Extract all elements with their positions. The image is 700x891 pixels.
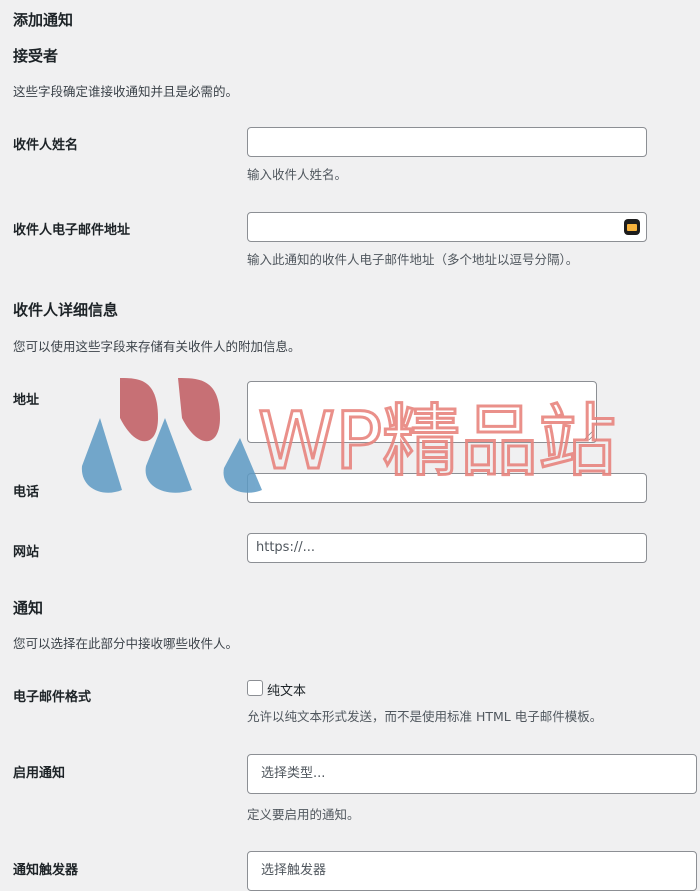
enable-notification-placeholder: 选择类型... — [261, 766, 326, 781]
notification-heading: 通知 — [13, 599, 44, 617]
recipient-description: 这些字段确定谁接收通知并且是必需的。 — [13, 84, 239, 99]
address-label: 地址 — [13, 393, 40, 408]
details-heading: 收件人详细信息 — [13, 301, 119, 319]
recipient-email-label: 收件人电子邮件地址 — [13, 223, 131, 238]
enable-notification-select[interactable]: 选择类型... — [247, 754, 697, 794]
notification-trigger-label: 通知触发器 — [13, 863, 79, 878]
recipient-email-help: 输入此通知的收件人电子邮件地址（多个地址以逗号分隔）。 — [247, 252, 579, 267]
recipient-name-input[interactable] — [247, 127, 647, 157]
recipient-heading: 接受者 — [13, 47, 59, 65]
phone-input[interactable] — [247, 473, 647, 503]
email-format-help: 允许以纯文本形式发送，而不是使用标准 HTML 电子邮件模板。 — [247, 709, 603, 724]
notification-trigger-select[interactable]: 选择触发器 — [247, 851, 697, 891]
website-label: 网站 — [13, 545, 40, 560]
watermark-drops-icon — [81, 378, 262, 493]
resize-handle-icon[interactable] — [584, 430, 594, 440]
address-textarea[interactable] — [247, 381, 597, 443]
notification-trigger-placeholder: 选择触发器 — [261, 863, 327, 878]
website-input[interactable]: https://... — [247, 533, 647, 563]
website-placeholder: https://... — [256, 540, 315, 555]
enable-notification-label: 启用通知 — [13, 766, 66, 781]
notification-description: 您可以选择在此部分中接收哪些收件人。 — [13, 636, 239, 651]
recipient-name-label: 收件人姓名 — [13, 138, 79, 153]
details-description: 您可以使用这些字段来存储有关收件人的附加信息。 — [13, 339, 301, 354]
recipient-name-help: 输入收件人姓名。 — [247, 167, 348, 182]
email-format-label: 电子邮件格式 — [13, 690, 92, 705]
enable-notification-help: 定义要启用的通知。 — [247, 807, 360, 822]
password-manager-icon[interactable] — [624, 219, 640, 235]
plain-text-checkbox[interactable] — [247, 680, 263, 696]
plain-text-label[interactable]: 纯文本 — [267, 680, 306, 699]
page-title: 添加通知 — [13, 11, 74, 29]
recipient-email-input[interactable] — [247, 212, 647, 242]
phone-label: 电话 — [13, 485, 40, 500]
